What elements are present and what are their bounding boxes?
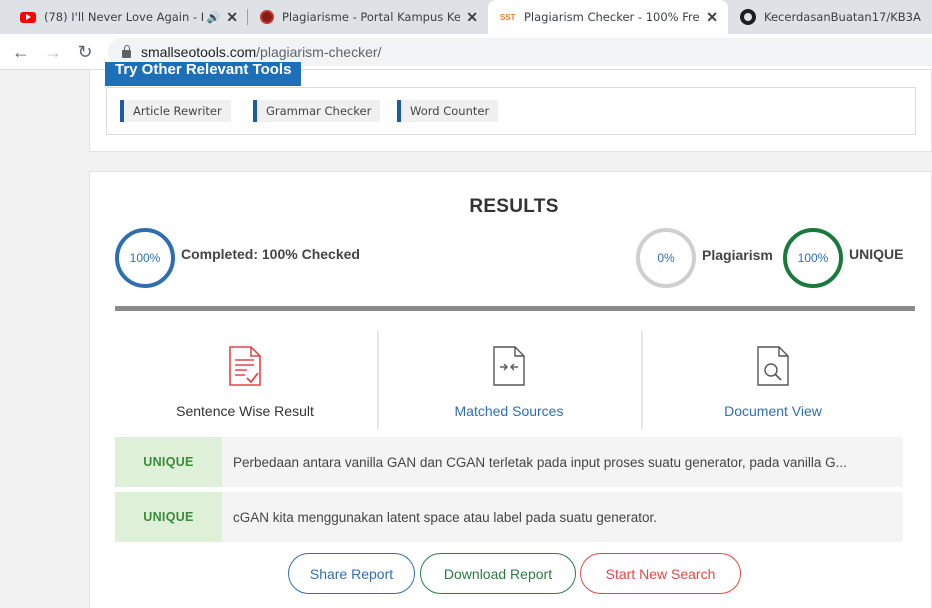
tab-matched-sources[interactable]: Matched Sources (378, 345, 640, 430)
tab-label: Matched Sources (454, 403, 564, 419)
tab-portal-kampus[interactable]: Plagiarisme - Portal Kampus Kere ✕ (248, 0, 488, 34)
site-favicon-icon (260, 10, 274, 24)
tab-title: KecerdasanBuatan17/KB3A (764, 10, 921, 24)
browser-tab-strip: (78) I'll Never Love Again - La 🔊 ✕ Plag… (0, 0, 932, 34)
result-row[interactable]: UNIQUE cGAN kita menggunakan latent spac… (115, 492, 903, 542)
lock-icon[interactable] (122, 45, 131, 58)
tool-grammar-checker[interactable]: Grammar Checker (253, 100, 381, 122)
sentence-text-value: Perbedaan antara vanilla GAN dan CGAN te… (233, 454, 847, 470)
related-tools-heading: Try Other Relevant Tools (105, 62, 302, 86)
sentence-text: cGAN kita menggunakan latent space atau … (233, 492, 895, 542)
document-checklist-icon (229, 346, 261, 386)
download-report-button[interactable]: Download Report (420, 553, 576, 594)
tab-label: Document View (724, 403, 822, 419)
tab-youtube[interactable]: (78) I'll Never Love Again - La 🔊 ✕ (8, 0, 248, 34)
github-icon (740, 9, 756, 25)
tab-document-view[interactable]: Document View (642, 345, 904, 430)
url-path: /plagiarism-checker/ (256, 44, 382, 60)
close-tab-icon[interactable]: ✕ (706, 9, 718, 26)
results-title: RESULTS (469, 196, 559, 217)
tab-label: Sentence Wise Result (176, 403, 314, 419)
youtube-icon (20, 11, 36, 23)
tab-title: Plagiarism Checker - 100% Free C (524, 10, 701, 24)
speaker-icon[interactable]: 🔊 (207, 11, 221, 24)
plagiarism-label: Plagiarism (702, 247, 773, 263)
check-progress-bar (115, 306, 915, 311)
completed-ring: 100% (115, 228, 175, 288)
completed-label: Completed: 100% Checked (181, 246, 360, 262)
tab-plagiarism-checker[interactable]: SST Plagiarism Checker - 100% Free C ✕ (488, 0, 728, 34)
back-arrow-icon[interactable]: ← (9, 40, 33, 64)
sentence-text-value: cGAN kita menggunakan latent space atau … (233, 509, 658, 525)
check-progress-fill (115, 306, 915, 311)
status-badge: UNIQUE (115, 437, 222, 487)
reload-icon[interactable]: ↻ (73, 40, 97, 64)
tool-word-counter[interactable]: Word Counter (397, 100, 499, 122)
share-report-button[interactable]: Share Report (288, 553, 415, 594)
url-host: smallseotools.com (141, 44, 257, 60)
document-compare-icon (493, 346, 525, 386)
document-search-icon (757, 346, 789, 386)
sentence-text: Perbedaan antara vanilla GAN dan CGAN te… (233, 437, 895, 487)
tab-sentence-wise-result[interactable]: Sentence Wise Result (114, 345, 376, 430)
status-badge: UNIQUE (115, 492, 222, 542)
unique-ring: 100% (783, 228, 843, 288)
result-row[interactable]: UNIQUE Perbedaan antara vanilla GAN dan … (115, 437, 903, 487)
tab-title: (78) I'll Never Love Again - La (44, 10, 203, 24)
tab-title: Plagiarisme - Portal Kampus Kere (282, 10, 461, 24)
start-new-search-button[interactable]: Start New Search (580, 553, 741, 594)
forward-arrow-icon[interactable]: → (41, 40, 65, 64)
plagiarism-ring: 0% (636, 228, 696, 288)
unique-label: UNIQUE (849, 246, 904, 262)
close-tab-icon[interactable]: ✕ (466, 9, 478, 26)
tool-article-rewriter[interactable]: Article Rewriter (120, 100, 231, 122)
close-tab-icon[interactable]: ✕ (226, 9, 238, 26)
sst-favicon-icon: SST (500, 12, 516, 22)
tab-github[interactable]: KecerdasanBuatan17/KB3A (728, 0, 932, 34)
